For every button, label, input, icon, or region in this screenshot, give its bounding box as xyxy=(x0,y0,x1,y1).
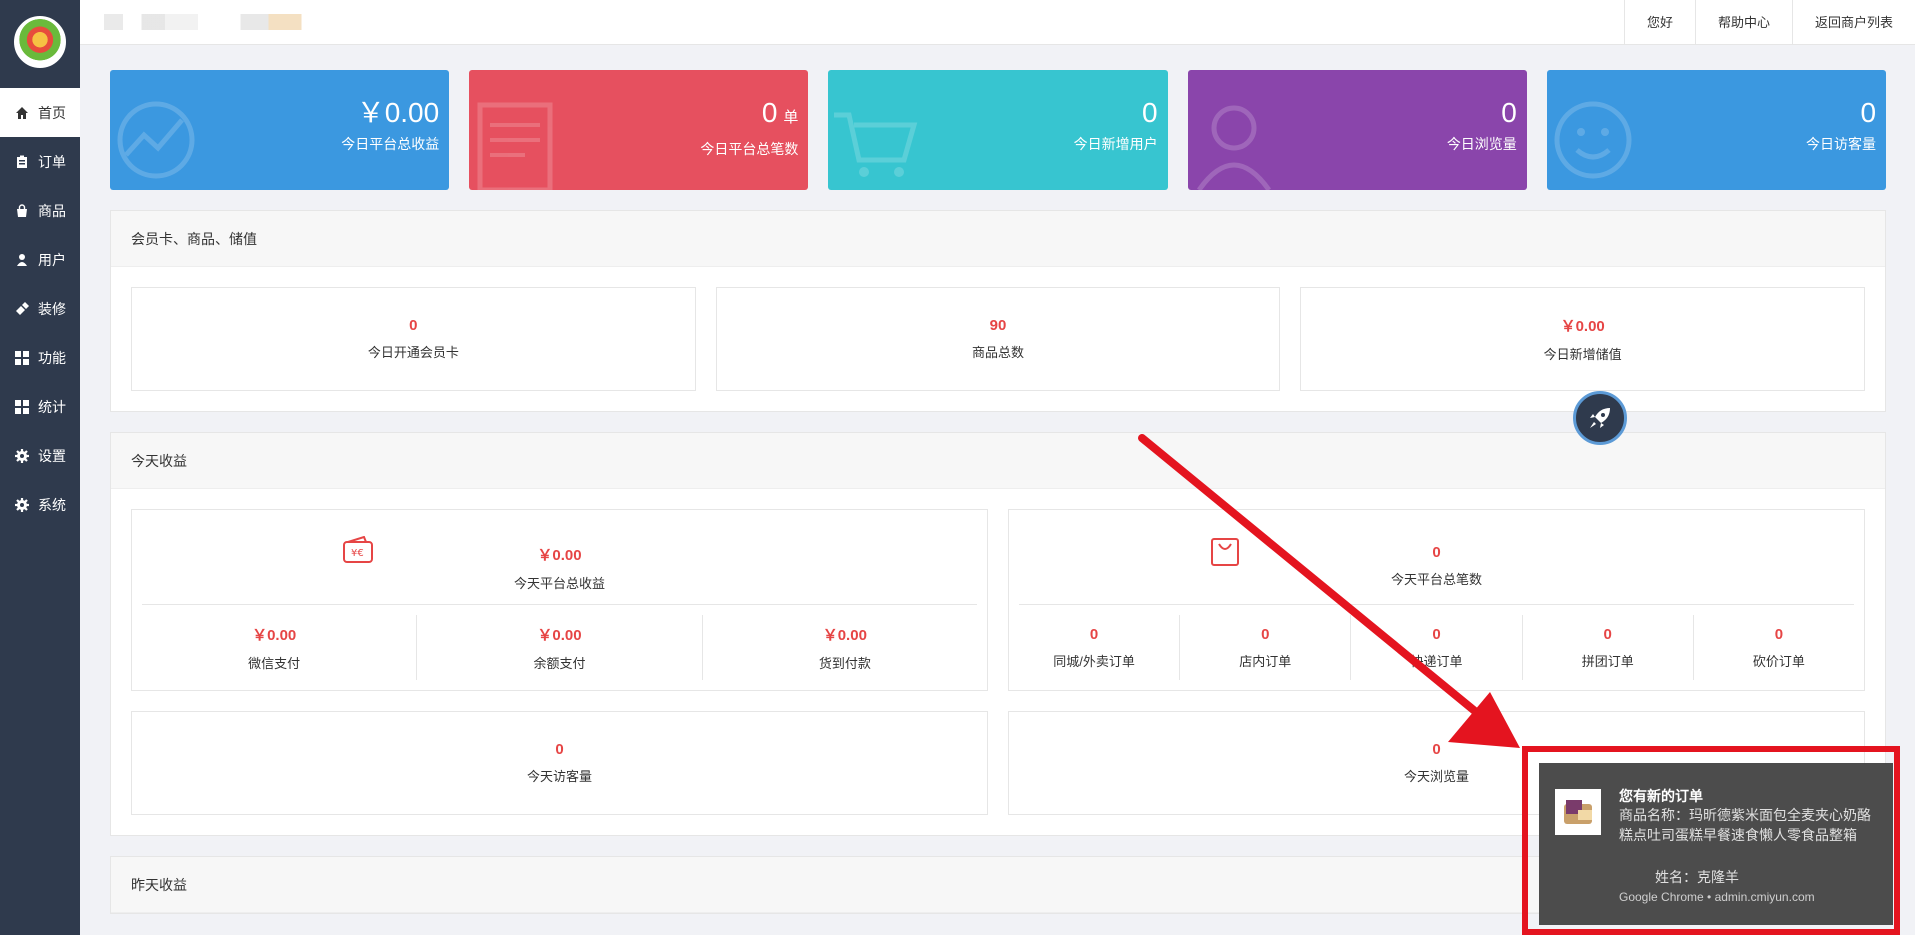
member-card-box: 0 今日开通会员卡 xyxy=(131,287,696,391)
sidebar-item-label: 系统 xyxy=(38,496,66,513)
today-visitors-card: 0 今天访客量 xyxy=(131,711,988,815)
cash-on-delivery-cell: ￥0.00 货到付款 xyxy=(703,615,987,680)
sidebar-item-label: 商品 xyxy=(38,202,66,219)
bargain-order-cell: 0 砍价订单 xyxy=(1694,615,1864,680)
greeting-link[interactable]: 您好 xyxy=(1623,0,1695,45)
cell-label: 拼团订单 xyxy=(1581,653,1634,669)
store-logo[interactable] xyxy=(14,16,66,68)
cell-value: 0 xyxy=(1774,625,1784,643)
stat-card-revenue[interactable]: ￥0.00 今日平台总收益 xyxy=(110,70,450,190)
panel-title: 会员卡、商品、储值 xyxy=(111,211,1885,267)
receipt-icon xyxy=(477,102,553,190)
clipboard-icon xyxy=(14,154,30,170)
home-icon xyxy=(14,105,30,121)
box-value: 0 xyxy=(409,317,418,334)
svg-text:¥€: ¥€ xyxy=(351,548,364,559)
cell-label: 微信支付 xyxy=(248,655,301,671)
stat-card-order-count[interactable]: 0单 今日平台总笔数 xyxy=(469,70,809,190)
box-label: 今日开通会员卡 xyxy=(367,345,459,360)
balance-pay-cell: ￥0.00 余额支付 xyxy=(417,615,703,680)
cell-value: ￥0.00 xyxy=(822,626,867,644)
notification-source: Google Chrome • admin.cmiyun.com xyxy=(1619,890,1815,904)
notification-title: 您有新的订单 xyxy=(1619,788,1703,804)
box-label: 商品总数 xyxy=(972,345,1025,360)
sidebar-item-label: 用户 xyxy=(38,251,66,268)
wallet-icon: ¥€ xyxy=(343,536,373,563)
help-center-link[interactable]: 帮助中心 xyxy=(1694,0,1792,45)
panel-title: 今天收益 xyxy=(111,433,1885,489)
sidebar-item-statistics[interactable]: 统计 xyxy=(0,382,80,431)
member-goods-stored-value-panel: 会员卡、商品、储值 0 今日开通会员卡 90 商品总数 ￥0.00 今日新增储值 xyxy=(110,210,1886,412)
sidebar-item-label: 首页 xyxy=(38,104,66,121)
new-order-notification[interactable]: 您有新的订单 商品名称：玛昕德紫米面包全麦夹心奶酪糕点吐司蛋糕早餐速食懒人零食品… xyxy=(1539,763,1893,925)
gear-icon xyxy=(14,448,30,464)
notification-body: 商品名称：玛昕德紫米面包全麦夹心奶酪糕点吐司蛋糕早餐速食懒人零食品整箱 xyxy=(1619,807,1871,843)
stat-number: 0 xyxy=(761,97,778,128)
sidebar-item-decoration[interactable]: 装修 xyxy=(0,284,80,333)
box-value: ￥0.00 xyxy=(1560,318,1605,335)
sidebar-item-users[interactable]: 用户 xyxy=(0,235,80,284)
stat-card-new-users[interactable]: 0 今日新增用户 xyxy=(828,70,1168,190)
stored-value-box: ￥0.00 今日新增储值 xyxy=(1300,287,1866,391)
card-value: 0 xyxy=(555,741,564,758)
gear-icon xyxy=(14,497,30,513)
sidebar-item-label: 统计 xyxy=(38,398,66,415)
sidebar-item-functions[interactable]: 功能 xyxy=(0,333,80,382)
sidebar-item-home[interactable]: 首页 xyxy=(0,88,80,137)
notification-customer-name: 姓名：克隆羊 xyxy=(1655,869,1739,885)
sidebar-item-orders[interactable]: 订单 xyxy=(0,137,80,186)
cell-label: 余额支付 xyxy=(533,655,586,671)
wechat-pay-cell: ￥0.00 微信支付 xyxy=(132,615,418,680)
cell-label: 货到付款 xyxy=(818,655,871,671)
shopping-bag-icon xyxy=(14,203,30,219)
cell-value: ￥0.00 xyxy=(252,626,297,644)
back-to-top-rocket-button[interactable] xyxy=(1573,391,1627,445)
smiley-icon xyxy=(1554,101,1632,179)
user-silhouette-icon xyxy=(1196,105,1271,190)
trend-chart-icon xyxy=(117,101,195,179)
sidebar-item-label: 功能 xyxy=(38,349,66,366)
stat-card-visitors[interactable]: 0 今日访客量 xyxy=(1546,70,1887,190)
cell-label: 同城/外卖订单 xyxy=(1053,653,1135,669)
top-links: 您好 帮助中心 返回商户列表 xyxy=(1623,0,1915,45)
sidebar: 首页 订单 商品 用户 装修 功能 统计 设置 系统 xyxy=(0,0,80,935)
redacted-store-name xyxy=(104,14,339,30)
cell-value: 0 xyxy=(1603,625,1612,643)
card-value: ￥0.00 xyxy=(537,547,582,564)
cell-value: ￥0.00 xyxy=(537,626,582,644)
sidebar-item-products[interactable]: 商品 xyxy=(0,186,80,235)
shopping-cart-icon xyxy=(834,112,918,177)
today-income-card: ¥€ ￥0.00 今天平台总收益 ￥0.00 微信支付 ￥0.00 余额支付 ￥… xyxy=(131,509,988,691)
stat-unit: 单 xyxy=(783,109,799,126)
card-label: 今天平台总收益 xyxy=(513,576,606,591)
stat-cards: ￥0.00 今日平台总收益 0单 今日平台总笔数 0 今日新增用户 0 今日浏览… xyxy=(110,70,1887,190)
box-label: 今日新增储值 xyxy=(1543,347,1622,362)
stat-card-page-views[interactable]: 0 今日浏览量 xyxy=(1187,70,1527,190)
sidebar-item-label: 设置 xyxy=(38,447,66,464)
card-label: 今天访客量 xyxy=(526,769,592,784)
product-thumbnail xyxy=(1555,789,1601,835)
grid-icon xyxy=(14,350,30,366)
back-to-merchant-list-link[interactable]: 返回商户列表 xyxy=(1791,0,1915,45)
sidebar-item-settings[interactable]: 设置 xyxy=(0,431,80,480)
grid-icon xyxy=(14,399,30,415)
rocket-icon xyxy=(1590,408,1610,428)
box-value: 90 xyxy=(989,317,1007,334)
cell-label: 砍价订单 xyxy=(1752,653,1805,669)
top-bar: 您好 帮助中心 返回商户列表 xyxy=(80,0,1915,45)
sidebar-item-label: 装修 xyxy=(38,300,66,317)
annotation-arrow xyxy=(1138,434,1520,748)
cell-value: 0 xyxy=(1089,625,1099,643)
user-icon xyxy=(14,252,30,268)
brush-icon xyxy=(14,301,30,317)
sidebar-item-system[interactable]: 系统 xyxy=(0,480,80,529)
goods-count-box: 90 商品总数 xyxy=(715,287,1281,391)
sidebar-item-label: 订单 xyxy=(38,153,66,170)
